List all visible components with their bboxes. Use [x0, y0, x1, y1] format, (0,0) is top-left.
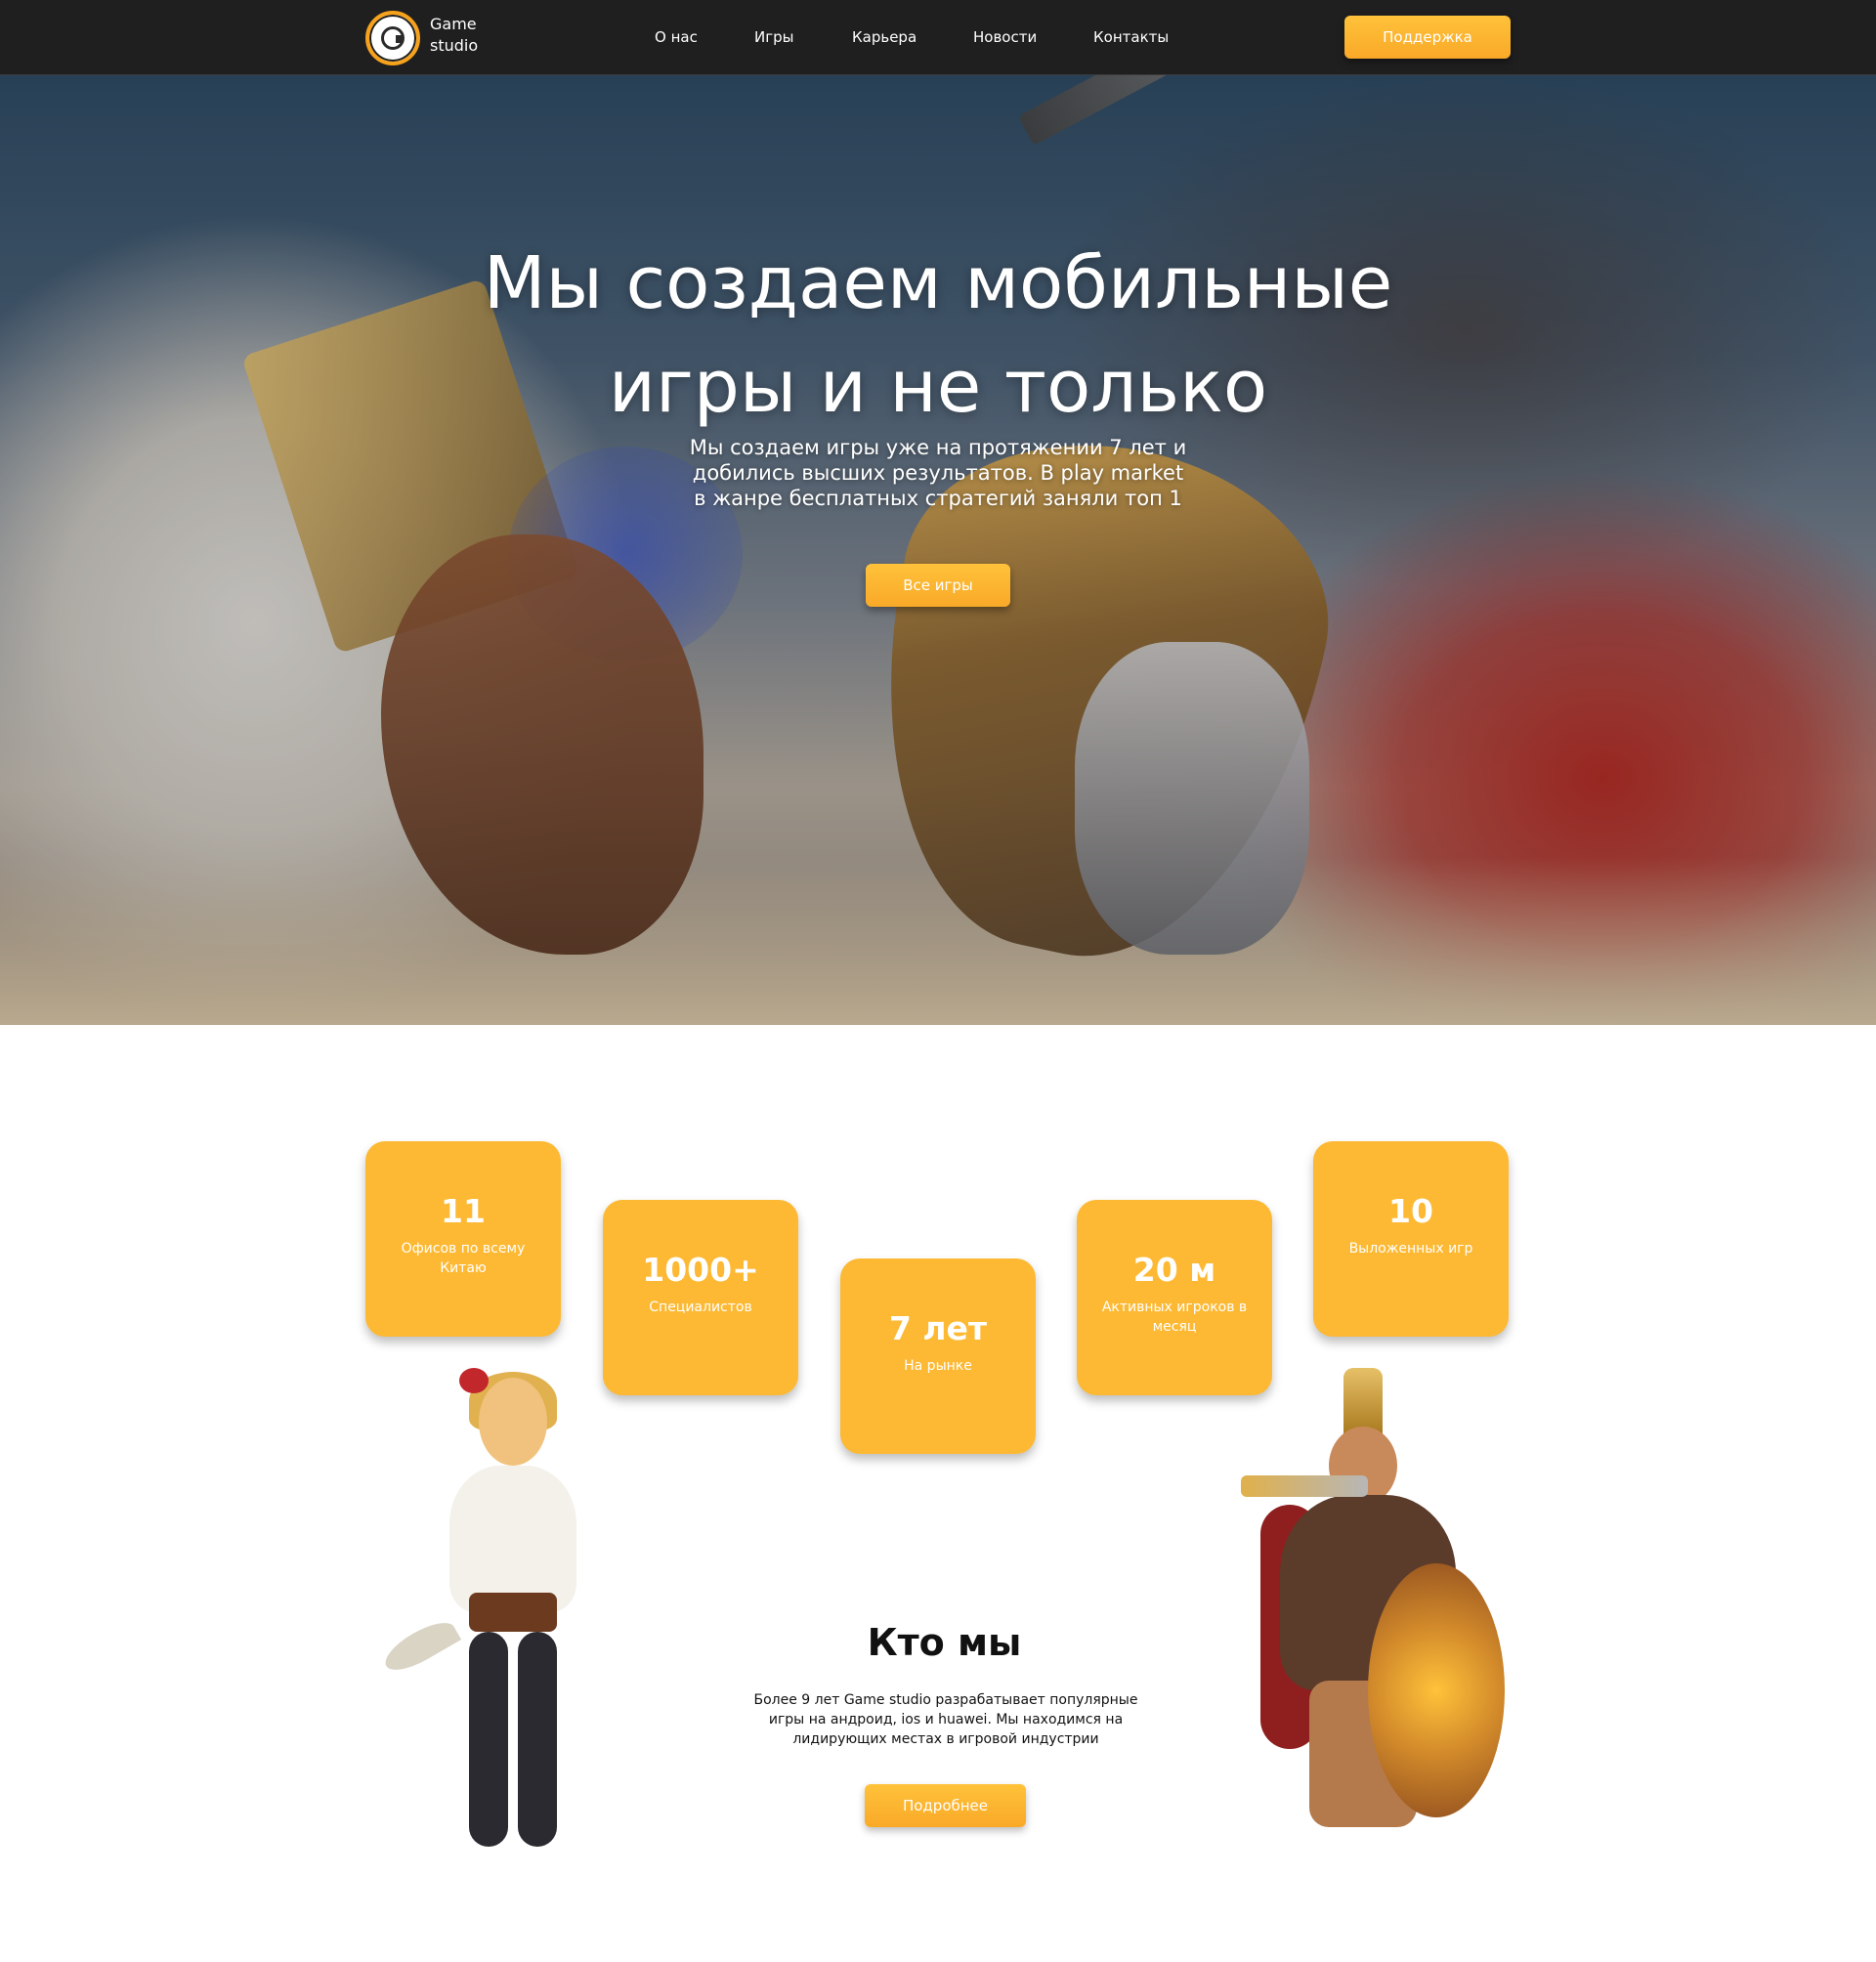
stat-card-games: 10 Выложенных игр	[1313, 1141, 1509, 1337]
stat-label: Офисов по всему Китаю	[401, 1241, 526, 1276]
about-text: Более 9 лет Game studio разрабатывает по…	[753, 1692, 1138, 1747]
stat-card-specialists: 1000+ Специалистов	[603, 1200, 798, 1395]
main-nav: О нас Игры Карьера Новости Контакты	[0, 0, 1876, 75]
hero-title-line1: Мы создаем мобильные	[483, 241, 1393, 325]
girl-head	[479, 1378, 547, 1466]
stat-value: 7 лет	[888, 1309, 988, 1347]
girl-shirt	[449, 1466, 576, 1612]
hero-subtitle: Мы создаем игры уже на протяжении 7 лет …	[689, 436, 1187, 510]
hero-title-line2: игры и не только	[608, 345, 1268, 429]
all-games-button[interactable]: Все игры	[866, 564, 1010, 607]
support-button[interactable]: Поддержка	[1344, 16, 1511, 59]
stat-card-players: 20 м Активных игроков в месяц	[1077, 1200, 1272, 1395]
nav-item-career[interactable]: Карьера	[852, 27, 917, 47]
stat-label: На рынке	[904, 1358, 972, 1374]
pirate-girl-character	[378, 1368, 576, 1856]
nav-item-games[interactable]: Игры	[754, 27, 793, 47]
nav-item-contacts[interactable]: Контакты	[1093, 27, 1169, 47]
nav-item-news[interactable]: Новости	[973, 27, 1037, 47]
stat-value: 20 м	[1132, 1251, 1216, 1289]
hero-sword	[1018, 75, 1690, 147]
more-button[interactable]: Подробнее	[865, 1784, 1026, 1827]
stat-label: Выложенных игр	[1348, 1241, 1473, 1257]
hero-title: Мы создаем мобильные игры и не только	[0, 232, 1876, 439]
girl-flower	[459, 1368, 489, 1393]
hero-section: Мы создаем мобильные игры и не только Мы…	[0, 75, 1876, 1025]
hero-armor	[1075, 642, 1309, 955]
site-header: Game studio О нас Игры Карьера Новости К…	[0, 0, 1876, 75]
stat-value: 11	[441, 1192, 486, 1230]
nav-item-about[interactable]: О нас	[655, 27, 698, 47]
warrior-sword	[1241, 1475, 1368, 1497]
about-title: Кто мы	[867, 1621, 1022, 1664]
warrior-character	[1221, 1368, 1514, 1837]
stat-card-years: 7 лет На рынке	[840, 1258, 1036, 1454]
warrior-shield	[1368, 1563, 1505, 1817]
stat-label: Специалистов	[649, 1300, 752, 1315]
stat-label: Активных игроков в месяц	[1101, 1300, 1248, 1335]
stat-card-offices: 11 Офисов по всему Китаю	[365, 1141, 561, 1337]
stat-value: 10	[1388, 1192, 1433, 1230]
stat-value: 1000+	[642, 1251, 759, 1289]
